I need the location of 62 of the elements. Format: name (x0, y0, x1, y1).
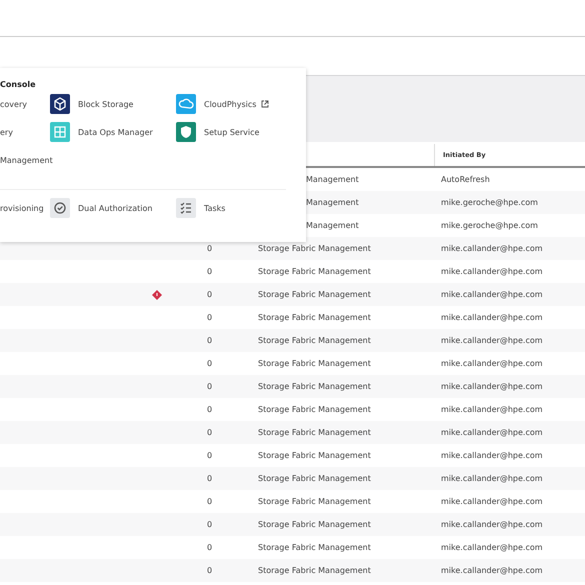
table-cell: mike.callander@hpe.com (441, 428, 543, 437)
table-cell: 0 (207, 520, 212, 529)
menu-item[interactable]: rovisioning (0, 204, 44, 212)
table-cell: mike.callander@hpe.com (441, 290, 543, 299)
table-cell: mike.callander@hpe.com (441, 313, 543, 322)
table-cell: Storage Fabric Management (258, 290, 371, 299)
table-cell: mike.callander@hpe.com (441, 359, 543, 368)
menu-item[interactable]: ery (0, 128, 13, 136)
table-cell: 0 (207, 359, 212, 368)
table-cell: mike.geroche@hpe.com (441, 221, 538, 230)
table-cell: mike.callander@hpe.com (441, 336, 543, 345)
table-cell: 0 (207, 405, 212, 414)
table-cell: Storage Fabric Management (258, 267, 371, 276)
table-cell: mike.callander@hpe.com (441, 566, 543, 575)
menu-item[interactable]: covery (0, 100, 27, 108)
table-cell: Management (306, 198, 359, 207)
table-cell: Management (306, 175, 359, 184)
table-cell: 0 (207, 313, 212, 322)
table-cell: mike.callander@hpe.com (441, 543, 543, 552)
table-cell: Storage Fabric Management (258, 566, 371, 575)
menu-item[interactable]: Dual Authorization (78, 204, 152, 212)
table-cell: mike.callander@hpe.com (441, 382, 543, 391)
table-cell: 0 (207, 566, 212, 575)
table-cell: mike.callander@hpe.com (441, 497, 543, 506)
table-cell: 0 (207, 497, 212, 506)
table-cell: mike.callander@hpe.com (441, 405, 543, 414)
table-cell: Management (306, 221, 359, 230)
table-cell: 0 (207, 290, 212, 299)
table-cell: 0 (207, 428, 212, 437)
table-cell: 0 (207, 474, 212, 483)
menu-item[interactable]: Block Storage (78, 100, 134, 108)
table-cell: Storage Fabric Management (258, 428, 371, 437)
menu-item[interactable]: Tasks (204, 204, 226, 212)
table-cell: Storage Fabric Management (258, 474, 371, 483)
table-cell: Storage Fabric Management (258, 405, 371, 414)
menu-item[interactable]: Setup Service (204, 128, 260, 136)
table-cell: Storage Fabric Management (258, 244, 371, 253)
table-cell: 0 (207, 244, 212, 253)
table-cell: 0 (207, 336, 212, 345)
table-cell: Storage Fabric Management (258, 336, 371, 345)
table-cell: Storage Fabric Management (258, 359, 371, 368)
table-cell: 0 (207, 543, 212, 552)
table-cell: Storage Fabric Management (258, 382, 371, 391)
table-cell: 0 (207, 382, 212, 391)
table-cell: 0 (207, 451, 212, 460)
table-cell: Storage Fabric Management (258, 497, 371, 506)
table-cell: Storage Fabric Management (258, 313, 371, 322)
table-cell: Storage Fabric Management (258, 520, 371, 529)
menu-item[interactable]: CloudPhysics (204, 100, 256, 108)
menu-title: Console (0, 80, 36, 89)
table-cell: Storage Fabric Management (258, 451, 371, 460)
table-cell: mike.callander@hpe.com (441, 267, 543, 276)
menu-item[interactable]: Management (0, 156, 53, 164)
table-cell: mike.callander@hpe.com (441, 451, 543, 460)
table-cell: AutoRefresh (441, 175, 490, 184)
table-cell: Storage Fabric Management (258, 543, 371, 552)
table-cell: mike.callander@hpe.com (441, 474, 543, 483)
menu-item[interactable]: Data Ops Manager (78, 128, 153, 136)
table-cell: mike.callander@hpe.com (441, 244, 543, 253)
table-cell: mike.callander@hpe.com (441, 520, 543, 529)
table-cell: mike.geroche@hpe.com (441, 198, 538, 207)
table-cell: 0 (207, 267, 212, 276)
